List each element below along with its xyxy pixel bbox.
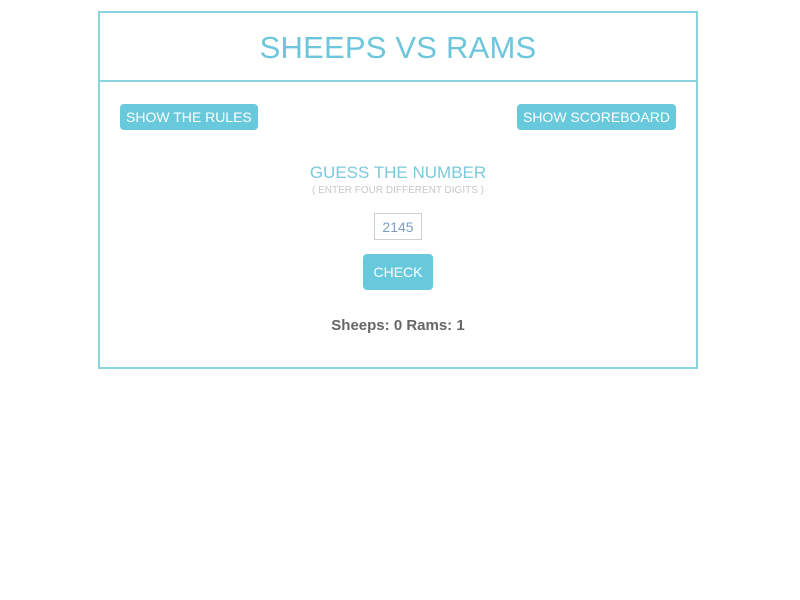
sheeps-count: 0 [393,317,403,334]
game-panel: SHEEPS VS RAMS SHOW THE RULES SHOW SCORE… [98,11,698,369]
guess-input[interactable] [374,213,422,240]
show-scoreboard-button[interactable]: SHOW SCOREBOARD [516,104,676,130]
result-text: Sheeps: 0 Rams: 1 [100,317,696,334]
rams-count: 1 [456,317,465,334]
show-rules-button[interactable]: SHOW THE RULES [120,104,258,130]
sheeps-label: Sheeps: [331,317,390,334]
check-button[interactable]: CHECK [363,254,433,290]
rams-label: Rams: [406,317,453,334]
guess-section: GUESS THE NUMBER ( ENTER FOUR DIFFERENT … [100,162,696,334]
header: SHEEPS VS RAMS [100,13,696,82]
toolbar: SHOW THE RULES SHOW SCOREBOARD [100,82,696,162]
page-title: SHEEPS VS RAMS [259,29,537,65]
guess-hint: ( ENTER FOUR DIFFERENT DIGITS ) [311,185,485,196]
guess-heading: GUESS THE NUMBER [309,163,487,182]
